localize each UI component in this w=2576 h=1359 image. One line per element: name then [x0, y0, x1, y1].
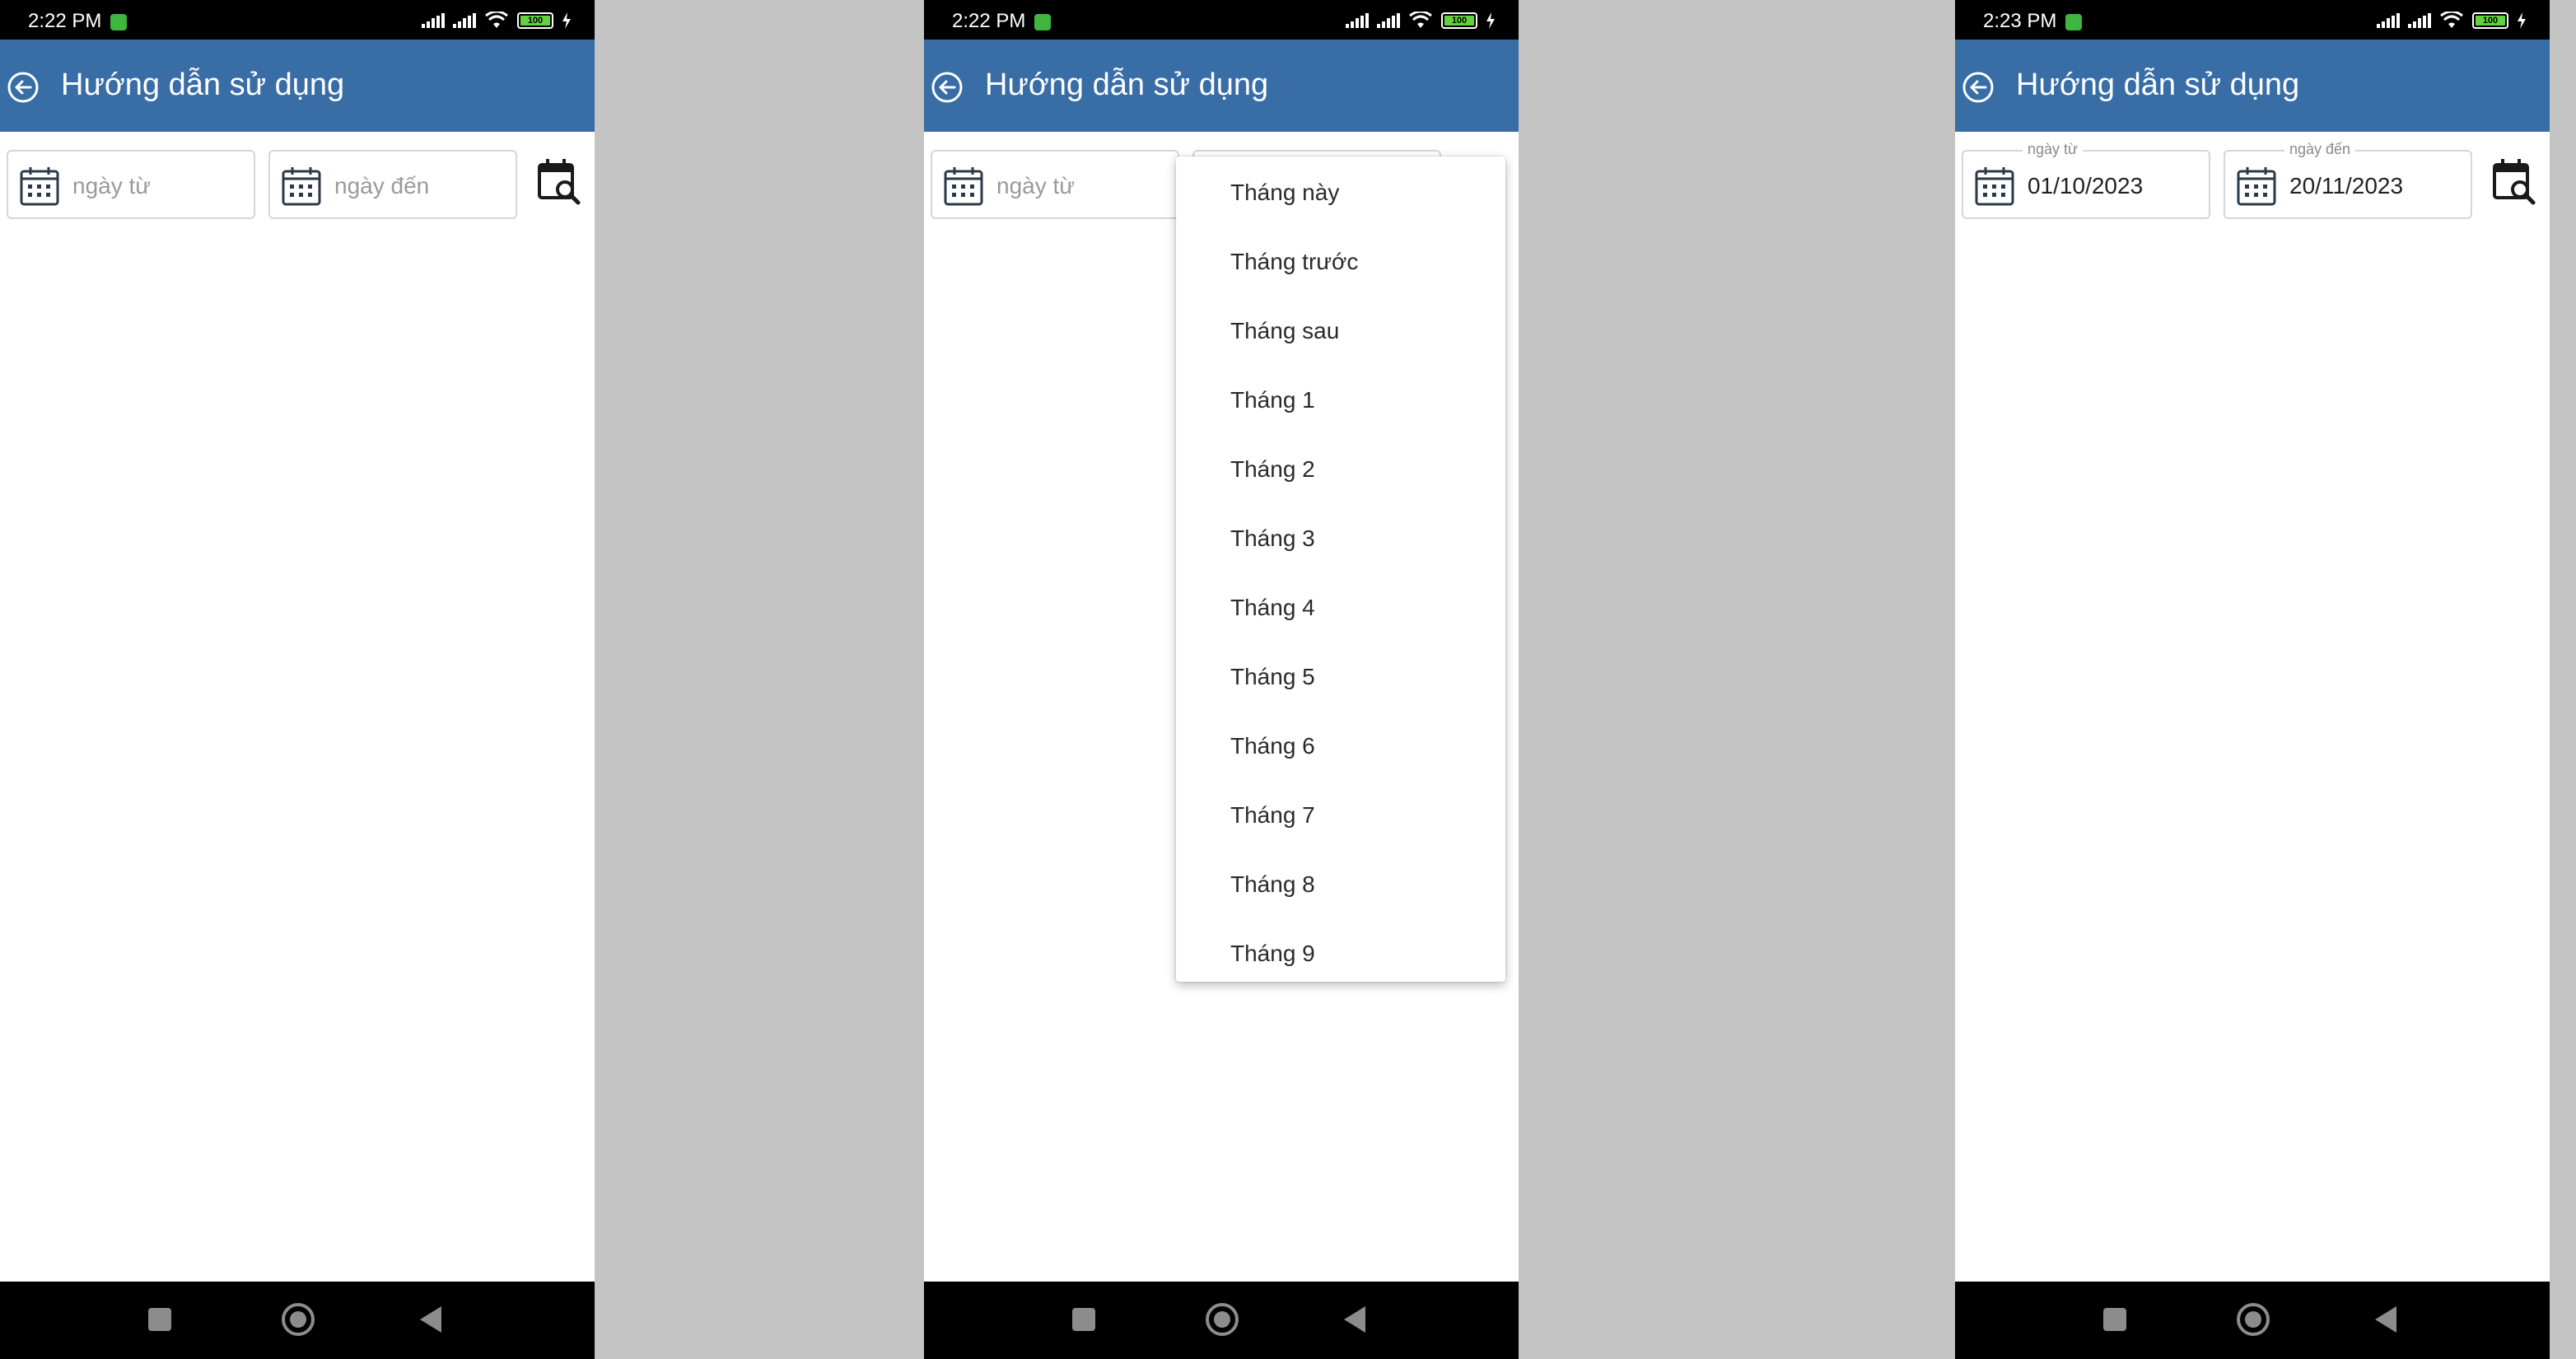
status-time: 2:22 PM [28, 10, 102, 32]
battery-icon: 100 [2472, 12, 2508, 29]
menu-item-next-month[interactable]: Tháng sau [1176, 297, 1505, 366]
calendar-search-icon[interactable] [2492, 156, 2536, 206]
date-from-field[interactable]: ngày từ 01/10/2023 [1962, 140, 2210, 219]
date-to-label: ngày đến [2284, 140, 2356, 158]
home-button[interactable] [282, 1303, 315, 1336]
status-bar: 2:22 PM 100 [924, 0, 1519, 40]
calendar-icon [2237, 167, 2276, 206]
status-time: 2:23 PM [1983, 10, 2057, 32]
back-arrow-icon[interactable] [931, 71, 964, 104]
status-bar: 2:22 PM 100 [0, 0, 595, 40]
notification-icon [2065, 14, 2082, 30]
signal-icon [453, 13, 476, 28]
notification-icon [110, 14, 127, 30]
home-button[interactable] [2237, 1303, 2270, 1336]
status-bar: 2:23 PM 100 [1955, 0, 2550, 40]
menu-item-month-2[interactable]: Tháng 2 [1176, 435, 1505, 504]
nav-back-button[interactable] [2375, 1306, 2396, 1333]
notification-icon [1034, 14, 1051, 30]
home-button[interactable] [1206, 1303, 1239, 1336]
nav-back-button[interactable] [420, 1306, 441, 1333]
calendar-search-icon[interactable] [537, 156, 581, 206]
page-title: Hướng dẫn sử dụng [985, 68, 1269, 102]
signal-icon [422, 13, 445, 28]
page-title: Hướng dẫn sử dụng [61, 68, 345, 102]
recents-button[interactable] [1072, 1308, 1095, 1331]
nav-bar [924, 1282, 1519, 1359]
date-from-label: ngày từ [2023, 140, 2084, 158]
battery-icon: 100 [1441, 12, 1477, 29]
menu-item-last-month[interactable]: Tháng trước [1176, 227, 1505, 297]
wifi-icon [1409, 12, 1432, 28]
date-to-field[interactable]: ngày đến 20/11/2023 [2224, 140, 2472, 219]
screen-dropdown: 2:22 PM 100 Hướng dẫn sử dụng ngày từ Th… [924, 0, 1519, 1359]
page-title: Hướng dẫn sử dụng [2016, 68, 2300, 102]
menu-item-month-4[interactable]: Tháng 4 [1176, 573, 1505, 642]
signal-icon [2377, 13, 2400, 28]
menu-item-month-9[interactable]: Tháng 9 [1176, 919, 1505, 982]
app-bar: Hướng dẫn sử dụng [1955, 40, 2550, 132]
back-arrow-icon[interactable] [1962, 71, 1995, 104]
nav-back-button[interactable] [1344, 1306, 1365, 1333]
date-from-field[interactable]: ngày từ [7, 150, 255, 219]
calendar-icon [944, 167, 983, 206]
date-from-placeholder: ngày từ [996, 173, 1076, 198]
menu-item-month-7[interactable]: Tháng 7 [1176, 781, 1505, 850]
app-bar: Hướng dẫn sử dụng [0, 40, 595, 132]
month-dropdown-menu: Tháng này Tháng trước Tháng sau Tháng 1 … [1176, 156, 1505, 982]
wifi-icon [2440, 12, 2463, 28]
screen-empty: 2:22 PM 100 Hướng dẫn sử dụng ngày từ ng… [0, 0, 595, 1359]
app-bar: Hướng dẫn sử dụng [924, 40, 1519, 132]
screen-filled: 2:23 PM 100 Hướng dẫn sử dụng ngày từ 01… [1955, 0, 2550, 1359]
menu-item-month-6[interactable]: Tháng 6 [1176, 712, 1505, 781]
date-to-field[interactable]: ngày đến [268, 150, 517, 219]
recents-button[interactable] [148, 1308, 171, 1331]
recents-button[interactable] [2103, 1308, 2126, 1331]
nav-bar [0, 1282, 595, 1359]
status-time: 2:22 PM [952, 10, 1026, 32]
date-from-placeholder: ngày từ [72, 173, 152, 198]
menu-item-month-8[interactable]: Tháng 8 [1176, 850, 1505, 919]
calendar-icon [1975, 167, 2014, 206]
menu-item-month-3[interactable]: Tháng 3 [1176, 504, 1505, 573]
calendar-icon [20, 167, 59, 206]
signal-icon [2408, 13, 2431, 28]
menu-item-month-5[interactable]: Tháng 5 [1176, 642, 1505, 712]
battery-icon: 100 [517, 12, 553, 29]
charging-icon [2518, 12, 2526, 29]
menu-item-month-1[interactable]: Tháng 1 [1176, 366, 1505, 435]
calendar-icon [282, 167, 321, 206]
signal-icon [1377, 13, 1400, 28]
back-arrow-icon[interactable] [7, 71, 40, 104]
charging-icon [562, 12, 571, 29]
wifi-icon [485, 12, 508, 28]
date-from-value: 01/10/2023 [2028, 173, 2144, 198]
date-to-value: 20/11/2023 [2289, 173, 2404, 198]
menu-item-this-month[interactable]: Tháng này [1176, 158, 1505, 227]
signal-icon [1346, 13, 1369, 28]
date-from-field[interactable]: ngày từ [931, 150, 1179, 219]
nav-bar [1955, 1282, 2550, 1359]
date-to-placeholder: ngày đến [334, 173, 430, 198]
charging-icon [1486, 12, 1495, 29]
